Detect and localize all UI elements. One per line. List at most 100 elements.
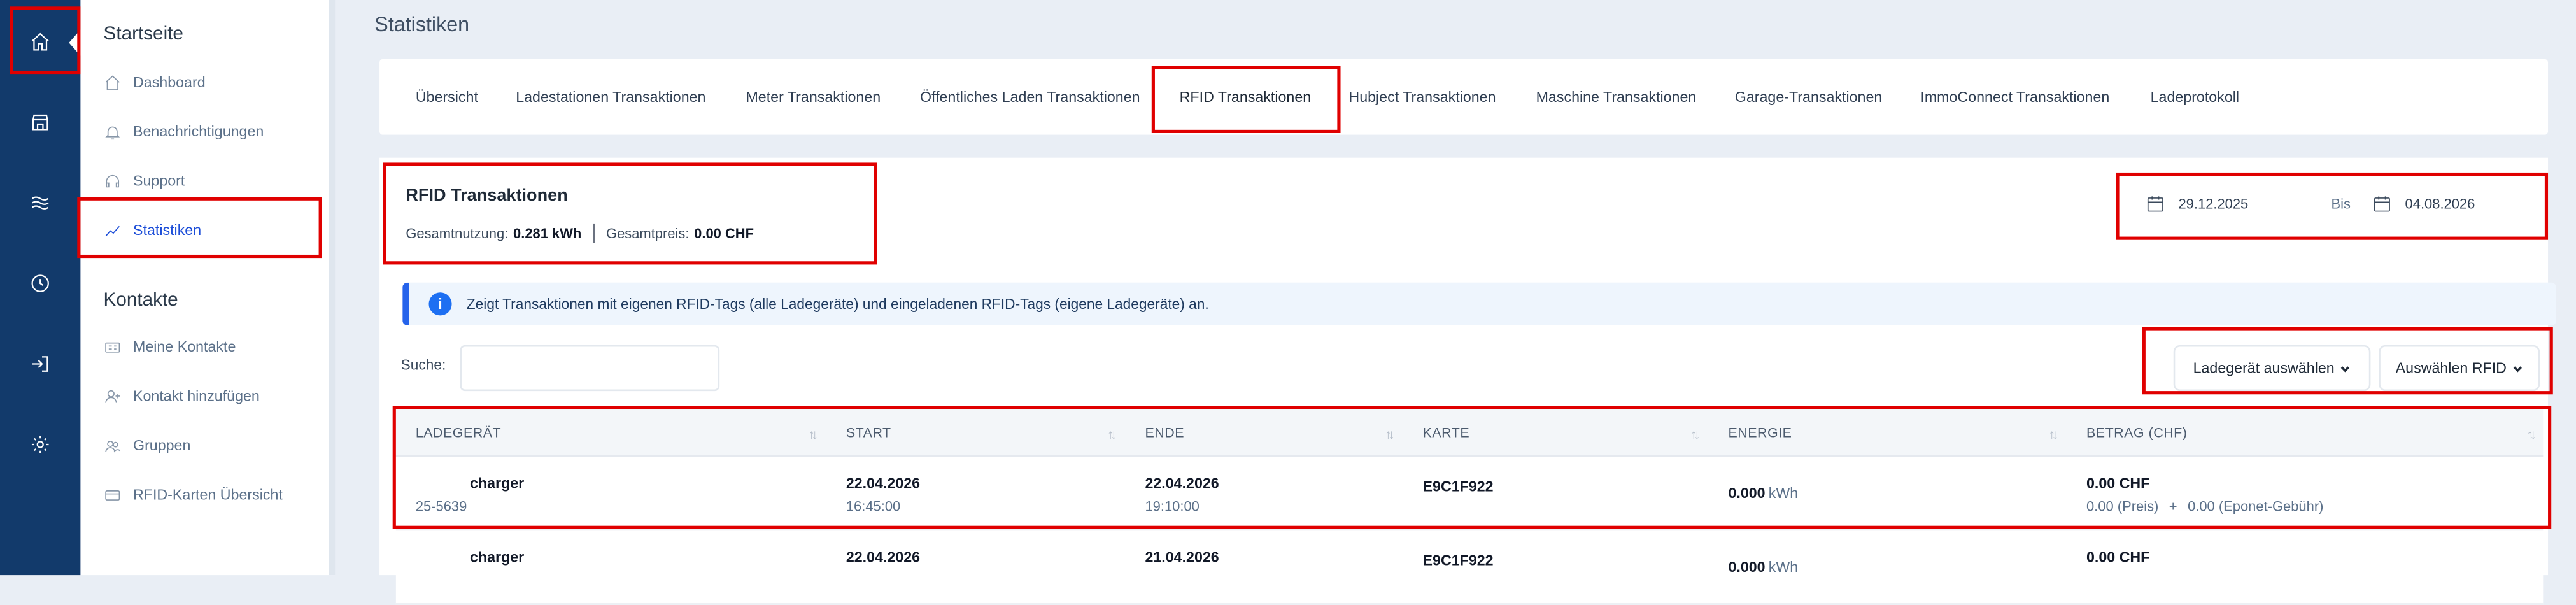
sidebar-item-rfid-karten[interactable]: RFID-Karten Übersicht [104, 483, 283, 506]
price-value: 0.00 CHF [694, 225, 754, 242]
info-icon: i [428, 292, 452, 316]
charger-name: charger [469, 548, 525, 566]
sort-icon[interactable]: ↑↓ [1385, 427, 1394, 442]
energy-number: 0.000 [1728, 485, 1766, 501]
sidebar-item-meine-kontakte[interactable]: Meine Kontakte [104, 335, 236, 358]
sidebar-item-statistiken[interactable]: Statistiken [104, 218, 202, 241]
info-text: Zeigt Transaktionen mit eigenen RFID-Tag… [466, 295, 1209, 313]
amount-fee: 0.00 (Eponet-Gebühr) [2188, 497, 2324, 515]
calendar-icon [2147, 196, 2163, 212]
tab-hubject[interactable]: Hubject Transaktionen [1348, 89, 1496, 105]
search-label: Suche: [400, 356, 446, 373]
gear-icon[interactable] [20, 424, 59, 464]
waves-icon[interactable] [20, 182, 59, 222]
group-icon [105, 439, 121, 452]
sort-icon[interactable]: ↑↓ [809, 427, 818, 442]
start-date: 22.04.2026 [846, 548, 921, 566]
sort-icon[interactable]: ↑↓ [2527, 427, 2537, 442]
card-id: E9C1F922 [1422, 478, 1494, 495]
headset-icon [106, 174, 120, 187]
chevron-down-icon [2513, 366, 2522, 372]
chevron-down-icon [2340, 366, 2350, 372]
date-range-separator: Bis [2331, 196, 2351, 212]
sort-icon[interactable]: ↑↓ [2049, 427, 2058, 442]
app-root: Startseite Dashboard Benachrichtigungen … [0, 0, 2576, 605]
column-header-start[interactable]: START [846, 424, 891, 441]
energy-unit: kWh [1768, 485, 1799, 501]
card-id: E9C1F922 [1422, 552, 1494, 569]
start-time: 16:45:00 [846, 497, 901, 515]
home-icon[interactable] [20, 22, 59, 61]
energy-value: 0.000 kWh [1728, 485, 1798, 501]
charger-name: charger [469, 474, 525, 492]
sidebar-item-label: Kontakt hinzufügen [133, 387, 260, 404]
bell-icon [105, 125, 120, 139]
column-header-energie[interactable]: ENERGIE [1728, 424, 1792, 441]
home-icon [105, 75, 120, 90]
tab-uebersicht[interactable]: Übersicht [416, 89, 478, 105]
date-from-value: 29.12.2025 [2178, 196, 2249, 212]
tab-ladeprotokoll[interactable]: Ladeprotokoll [2151, 89, 2239, 105]
table-row[interactable]: charger 22.04.2026 21.04.2026 E9C1F922 0… [395, 530, 2544, 605]
chart-line-icon [105, 225, 120, 236]
start-date: 22.04.2026 [846, 474, 921, 492]
amount-price: 0.00 (Preis) [2086, 497, 2159, 515]
sidebar-item-support[interactable]: Support [104, 169, 185, 192]
column-header-ladegeraet[interactable]: LADEGERÄT [416, 424, 501, 441]
column-header-betrag[interactable]: BETRAG (CHF) [2086, 424, 2187, 441]
search-input[interactable] [460, 345, 720, 392]
tab-meter[interactable]: Meter Transaktionen [746, 89, 881, 105]
add-user-icon [105, 389, 120, 402]
amount-value: 0.00 CHF [2086, 474, 2150, 492]
credit-card-icon [105, 489, 120, 500]
rfid-select[interactable]: Auswählen RFID [2379, 345, 2540, 392]
calendar-icon [2374, 196, 2390, 212]
energy-number: 0.000 [1728, 559, 1766, 576]
date-from-field[interactable]: 29.12.2025 [2146, 190, 2248, 217]
login-icon[interactable] [20, 343, 59, 383]
sidebar-section-contacts: Kontakte [103, 290, 178, 311]
table-header: LADEGERÄT ↑↓ START ↑↓ ENDE ↑↓ KARTE ↑↓ E… [395, 409, 2544, 457]
info-alert: i Zeigt Transaktionen mit eigenen RFID-T… [402, 282, 2556, 325]
date-to-field[interactable]: 04.08.2026 [2372, 190, 2475, 217]
sidebar-item-label: Benachrichtigungen [133, 123, 264, 140]
sidebar-item-dashboard[interactable]: Dashboard [104, 71, 206, 94]
charger-select[interactable]: Ladegerät auswählen [2173, 345, 2371, 392]
sidebar-item-benachrichtigungen[interactable]: Benachrichtigungen [104, 120, 264, 143]
clock-icon[interactable] [20, 263, 59, 302]
icon-rail [0, 0, 81, 576]
summary-divider [593, 223, 595, 243]
selection-notch [69, 29, 81, 56]
price-label: Gesamtpreis: [606, 225, 690, 242]
usage-label: Gesamtnutzung: [406, 225, 509, 242]
date-to-value: 04.08.2026 [2405, 196, 2475, 212]
sidebar-section-start: Startseite [103, 24, 183, 45]
contact-card-icon [105, 341, 120, 352]
tab-ladestationen[interactable]: Ladestationen Transaktionen [516, 89, 705, 105]
table-row[interactable]: charger 25-5639 22.04.2026 16:45:00 22.0… [395, 457, 2544, 531]
sort-icon[interactable]: ↑↓ [1690, 427, 1700, 442]
sidebar-item-kontakt-hinzufuegen[interactable]: Kontakt hinzufügen [104, 385, 260, 408]
end-date: 22.04.2026 [1145, 474, 1219, 492]
store-icon[interactable] [20, 102, 59, 141]
tab-rfid[interactable]: RFID Transaktionen [1180, 89, 1312, 105]
end-time: 19:10:00 [1145, 497, 1200, 515]
column-header-karte[interactable]: KARTE [1423, 424, 1470, 441]
sidebar-item-label: Statistiken [133, 222, 202, 239]
sidebar-item-gruppen[interactable]: Gruppen [104, 434, 190, 457]
amount-value: 0.00 CHF [2086, 548, 2150, 566]
tab-maschine[interactable]: Maschine Transaktionen [1536, 89, 1697, 105]
panel-title: RFID Transaktionen [406, 185, 568, 206]
tab-bar: Übersicht Ladestationen Transaktionen Me… [379, 59, 2549, 135]
sort-icon[interactable]: ↑↓ [1107, 427, 1117, 442]
tab-immoconnect[interactable]: ImmoConnect Transaktionen [1920, 89, 2109, 105]
tab-garage[interactable]: Garage-Transaktionen [1735, 89, 1883, 105]
sidebar-item-label: Meine Kontakte [133, 338, 236, 355]
page-title: Statistiken [374, 13, 470, 36]
column-header-ende[interactable]: ENDE [1145, 424, 1184, 441]
tab-oeffentliches-laden[interactable]: Öffentliches Laden Transaktionen [920, 89, 1140, 105]
sidebar-item-label: Support [133, 172, 185, 189]
end-date: 21.04.2026 [1145, 548, 1219, 566]
usage-value: 0.281 kWh [513, 225, 582, 242]
rfid-panel: RFID Transaktionen Gesamtnutzung: 0.281 … [379, 157, 2556, 605]
